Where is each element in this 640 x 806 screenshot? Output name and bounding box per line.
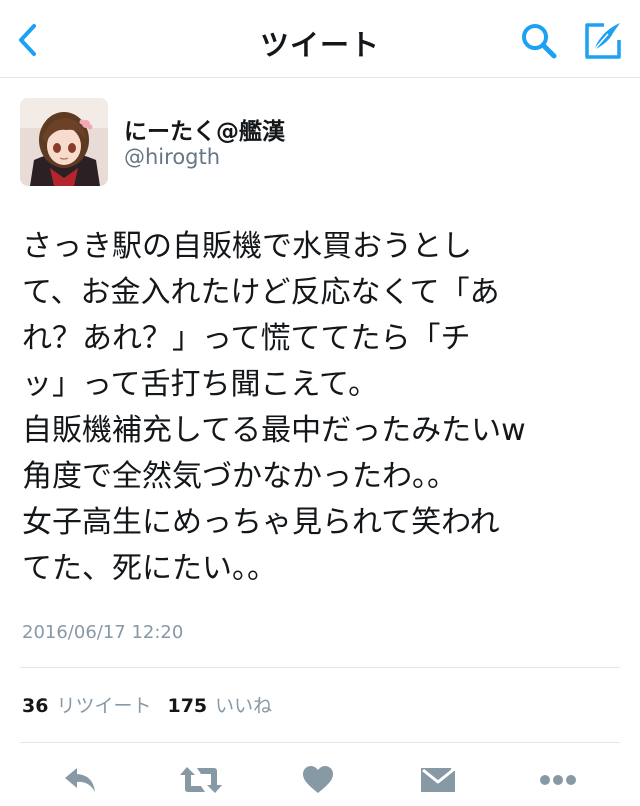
tweet-text-line: 角度で全然気づかなかったわ。。: [22, 459, 457, 494]
reply-button[interactable]: [58, 760, 102, 800]
like-count-link[interactable]: 175 いいね: [167, 691, 288, 718]
tweet-detail-screen: ツイート にーたく@艦漢 @hirogth さっき駅の自販機で水買おうとし て、…: [0, 0, 640, 806]
divider: [20, 667, 620, 668]
tweet-text-line: ッ」って舌打ち聞こえて。: [22, 367, 379, 402]
author-display-name[interactable]: にーたく@艦漢: [124, 112, 285, 146]
tweet-text-line: れ？あれ？」って慌ててたら「チ: [22, 321, 471, 356]
tweet-text-line: て、お金入れたけど反応なくて「あ: [22, 275, 500, 310]
nav-header: ツイート: [0, 0, 640, 78]
author-handle[interactable]: @hirogth: [124, 145, 220, 169]
more-button[interactable]: [536, 760, 580, 800]
like-count: 175: [167, 695, 208, 717]
tweet-text-line: 女子高生にめっちゃ見られて笑われ: [22, 505, 500, 540]
heart-icon: [303, 766, 333, 793]
tweet-stats: 36 リツイート 175 いいね: [22, 691, 288, 718]
search-button[interactable]: [518, 20, 560, 62]
direct-message-icon: [421, 765, 455, 792]
compose-button[interactable]: [580, 18, 626, 64]
like-label: いいね: [215, 695, 273, 717]
reply-icon: [65, 768, 95, 792]
chevron-left-icon: [19, 24, 36, 56]
back-button[interactable]: [10, 20, 46, 60]
tweet-text-line: さっき駅の自販機で水買おうとし: [22, 229, 472, 264]
divider: [20, 742, 620, 743]
tweet-text-line: 自販機補充してる最中だったみたいw: [22, 413, 526, 448]
compose-icon: [585, 23, 621, 59]
retweet-label: リツイート: [56, 695, 152, 717]
like-button[interactable]: [296, 760, 340, 800]
avatar[interactable]: [20, 98, 108, 186]
tweet-text: さっき駅の自販機で水買おうとし て、お金入れたけど反応なくて「あ れ？あれ？」っ…: [22, 224, 622, 592]
tweet-text-line: てた、死にたい。。: [22, 551, 277, 586]
more-icon: [540, 775, 576, 785]
retweet-count-link[interactable]: 36 リツイート: [22, 691, 167, 718]
direct-message-button[interactable]: [416, 760, 460, 800]
retweet-button[interactable]: [176, 760, 226, 800]
retweet-icon: [180, 767, 222, 793]
search-icon: [522, 24, 557, 59]
avatar-illustration: [20, 98, 108, 186]
retweet-count: 36: [22, 695, 49, 717]
tweet-timestamp[interactable]: 2016/06/17 12:20: [22, 622, 183, 643]
